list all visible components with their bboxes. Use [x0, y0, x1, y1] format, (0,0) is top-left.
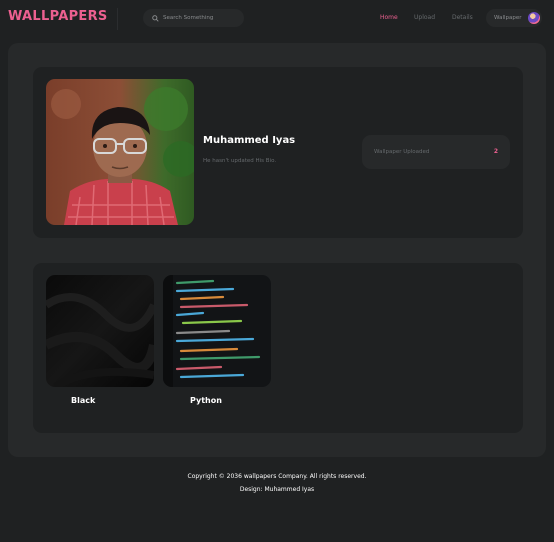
nav-upload[interactable]: Upload: [414, 14, 435, 21]
uploads-stat-value: 2: [493, 148, 498, 155]
header-divider: [117, 8, 118, 30]
wallpaper-title-black[interactable]: Black: [71, 396, 95, 405]
profile-bio: He hasn't updated His Bio.: [203, 158, 277, 164]
search-input[interactable]: [163, 15, 241, 21]
top-header: WALLPAPERS Home Upload Details Wallpaper: [0, 0, 554, 36]
profile-label: Wallpaper: [494, 15, 522, 21]
profile-card: Muhammed Iyas He hasn't updated His Bio.…: [33, 67, 523, 238]
wallpaper-thumb-python[interactable]: [163, 275, 271, 387]
site-logo[interactable]: WALLPAPERS: [8, 9, 108, 24]
main-container: Muhammed Iyas He hasn't updated His Bio.…: [8, 43, 546, 457]
user-avatar: [528, 12, 540, 24]
search-icon: [152, 14, 159, 22]
footer-copyright: Copyright © 2036 wallpapers Company. All…: [187, 473, 367, 480]
search-box[interactable]: [143, 9, 244, 27]
logo-text: WALLPAPERS: [8, 9, 108, 24]
profile-photo: [46, 79, 194, 225]
uploads-stat-label: Wallpaper Uploaded: [374, 149, 430, 155]
uploads-stat: Wallpaper Uploaded 2: [362, 135, 510, 169]
profile-name: Muhammed Iyas: [203, 135, 296, 146]
wallpaper-title-python[interactable]: Python: [190, 396, 222, 405]
nav-home[interactable]: Home: [380, 14, 398, 21]
wallpaper-thumb-black[interactable]: [46, 275, 154, 387]
nav-details[interactable]: Details: [452, 14, 473, 21]
footer-design: Design: Muhammed Iyas: [239, 486, 315, 493]
profile-menu[interactable]: Wallpaper: [486, 9, 542, 27]
wallpaper-gallery: Black Python: [33, 263, 523, 433]
